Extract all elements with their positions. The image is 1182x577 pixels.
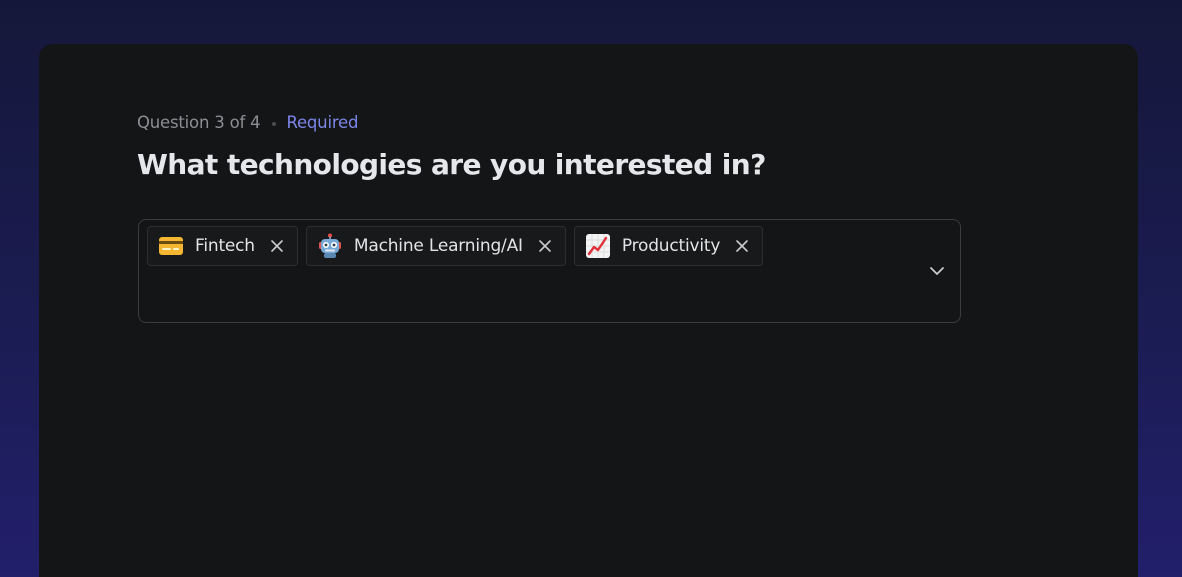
close-icon[interactable] (269, 238, 285, 254)
chip-machine-learning-ai: Machine Learning/AI (305, 226, 566, 266)
chip-label: Machine Learning/AI (353, 236, 523, 256)
chevron-down-icon[interactable] (928, 262, 946, 280)
technologies-multiselect[interactable]: Fintech Machine Learning/AI Productivity (138, 219, 961, 323)
question-title: What technologies are you interested in? (137, 148, 766, 181)
separator-dot (272, 122, 277, 126)
close-icon[interactable] (734, 238, 750, 254)
required-label: Required (286, 112, 359, 132)
robot-icon (317, 233, 343, 259)
chip-label: Productivity (621, 236, 721, 256)
selected-chips: Fintech Machine Learning/AI Productivity (147, 226, 764, 266)
close-icon[interactable] (537, 238, 553, 254)
credit-card-icon (158, 233, 184, 259)
chip-productivity: Productivity (573, 226, 764, 266)
chart-increasing-icon (585, 233, 611, 259)
chip-fintech: Fintech (147, 226, 298, 266)
question-progress: Question 3 of 4 (137, 112, 261, 132)
question-meta: Question 3 of 4 Required (137, 111, 358, 133)
chip-label: Fintech (195, 236, 255, 256)
